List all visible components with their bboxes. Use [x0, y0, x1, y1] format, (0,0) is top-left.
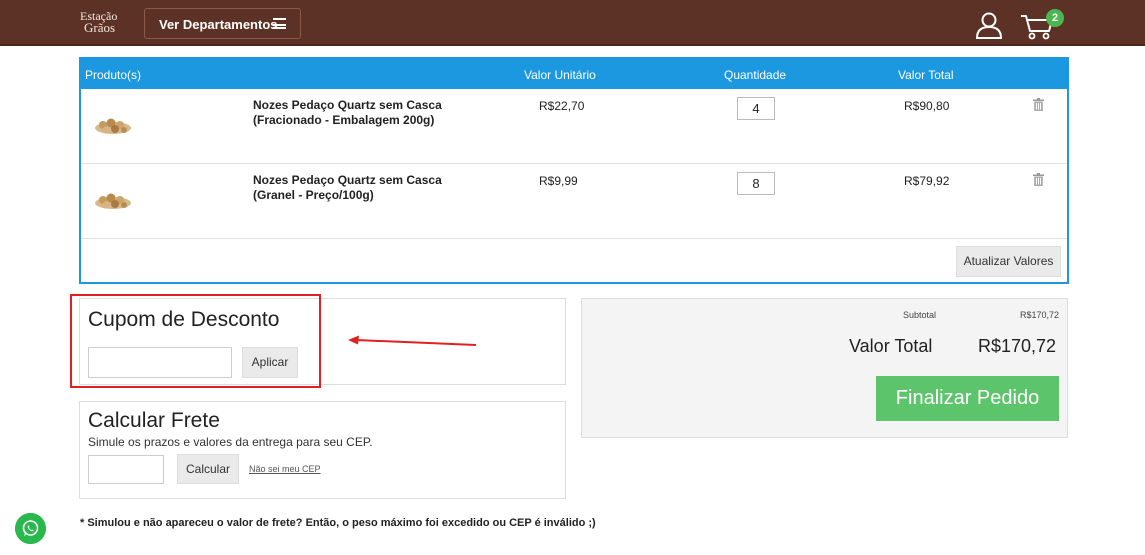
line-total: R$90,80: [904, 99, 950, 113]
site-logo[interactable]: Estação Grãos: [80, 10, 117, 34]
subtotal-value: R$170,72: [1020, 310, 1060, 320]
calculate-shipping-button[interactable]: Calcular: [177, 454, 239, 484]
cart-row: Nozes Pedaço Quartz sem Casca (Granel - …: [81, 164, 1067, 239]
trash-icon[interactable]: [1033, 173, 1044, 186]
column-header-product: Produto(s): [85, 68, 142, 82]
cart-table-header: Produto(s) Valor Unitário Quantidade Val…: [81, 59, 1067, 89]
user-account-icon[interactable]: [974, 11, 1004, 39]
arrow-annotation: [348, 335, 477, 346]
finalize-order-button[interactable]: Finalizar Pedido: [876, 376, 1059, 421]
departments-button[interactable]: Ver Departamentos: [144, 8, 301, 39]
column-header-total: Valor Total: [898, 68, 954, 82]
quantity-input[interactable]: 4: [737, 97, 775, 120]
unit-price: R$22,70: [539, 99, 585, 113]
shipping-note: * Simulou e não apareceu o valor de fret…: [80, 517, 596, 529]
highlight-frame: [70, 294, 321, 388]
shipping-title: Calcular Frete: [88, 409, 220, 432]
whatsapp-icon[interactable]: [15, 513, 46, 544]
product-name[interactable]: Nozes Pedaço Quartz sem Casca (Granel - …: [253, 173, 483, 203]
cart-row: Nozes Pedaço Quartz sem Casca (Fracionad…: [81, 89, 1067, 164]
update-values-button[interactable]: Atualizar Valores: [956, 246, 1061, 277]
total-value: R$170,72: [978, 336, 1057, 356]
total-label: Valor Total: [849, 336, 933, 356]
product-image[interactable]: [93, 189, 133, 211]
unknown-cep-link[interactable]: Não sei meu CEP: [249, 464, 321, 474]
unit-price: R$9,99: [539, 174, 578, 188]
cart-table: Produto(s) Valor Unitário Quantidade Val…: [79, 57, 1069, 284]
cart-count-badge: 2: [1046, 9, 1064, 27]
trash-icon[interactable]: [1033, 98, 1044, 111]
quantity-input[interactable]: 8: [737, 172, 775, 195]
menu-icon: [273, 18, 286, 29]
column-header-unit-price: Valor Unitário: [524, 68, 596, 82]
cep-input[interactable]: [88, 455, 164, 484]
column-header-quantity: Quantidade: [724, 68, 787, 82]
logo-line-2: Grãos: [84, 20, 116, 35]
line-total: R$79,92: [904, 174, 950, 188]
product-image[interactable]: [93, 114, 133, 136]
shipping-subtitle: Simule os prazos e valores da entrega pa…: [88, 435, 373, 449]
departments-label: Ver Departamentos: [159, 17, 278, 32]
product-name[interactable]: Nozes Pedaço Quartz sem Casca (Fracionad…: [253, 98, 483, 128]
subtotal-label: Subtotal: [903, 310, 937, 320]
